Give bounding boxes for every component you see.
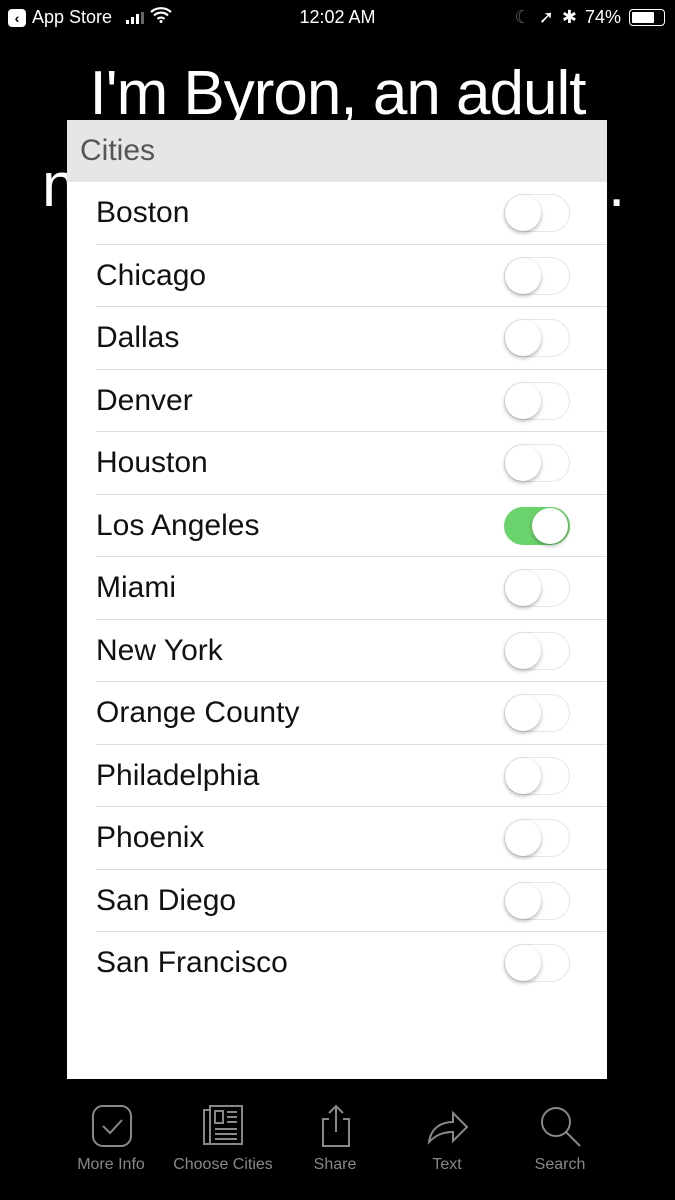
tab-share[interactable]: Share bbox=[280, 1102, 390, 1174]
bluetooth-icon: ✱ bbox=[561, 7, 577, 27]
tab-label: Text bbox=[432, 1156, 462, 1173]
city-toggle[interactable] bbox=[504, 756, 570, 795]
toggle-knob bbox=[505, 882, 541, 919]
city-toggle[interactable] bbox=[504, 694, 570, 732]
city-label: Orange County bbox=[96, 696, 300, 729]
city-list: Boston Chicago Dallas Denver Houston Los… bbox=[67, 182, 607, 995]
battery-percent: 74% bbox=[584, 7, 621, 27]
status-bar: ‹ App Store 12:02 AM ☾ ➚ ✱ 74% bbox=[0, 0, 675, 36]
toggle-knob bbox=[505, 445, 541, 481]
city-label: Los Angeles bbox=[96, 508, 260, 542]
tab-choose-cities[interactable]: Choose Cities bbox=[168, 1102, 278, 1174]
city-toggle[interactable] bbox=[504, 569, 570, 607]
toggle-knob bbox=[505, 632, 541, 669]
city-toggle[interactable] bbox=[504, 194, 570, 232]
checkmark-box-icon bbox=[92, 1105, 132, 1147]
toggle-knob bbox=[505, 382, 541, 419]
moon-icon: ☾ bbox=[514, 7, 531, 27]
city-row: Phoenix bbox=[67, 807, 607, 870]
toggle-knob bbox=[505, 757, 541, 794]
modal-title: Cities bbox=[67, 120, 607, 182]
city-row: Boston bbox=[67, 182, 607, 245]
city-row: New York bbox=[67, 620, 607, 683]
city-toggle[interactable] bbox=[504, 631, 570, 670]
city-label: Chicago bbox=[96, 258, 207, 292]
city-label: Philadelphia bbox=[96, 758, 260, 792]
tab-search[interactable]: Search bbox=[505, 1102, 615, 1174]
toggle-knob bbox=[505, 820, 541, 856]
tab-more-info[interactable]: More Info bbox=[56, 1102, 166, 1174]
city-toggle[interactable] bbox=[504, 319, 570, 357]
city-label: Miami bbox=[96, 571, 176, 604]
toggle-knob bbox=[505, 695, 541, 731]
city-row: San Francisco bbox=[67, 932, 607, 995]
tab-text[interactable]: Text bbox=[392, 1102, 502, 1174]
location-icon: ➚ bbox=[538, 7, 554, 27]
background-text-end: . bbox=[608, 151, 626, 220]
toggle-knob bbox=[505, 195, 541, 231]
city-label: Houston bbox=[96, 446, 208, 479]
tab-label: Share bbox=[313, 1156, 357, 1173]
city-label: Denver bbox=[96, 383, 193, 417]
city-label: San Diego bbox=[96, 883, 237, 917]
tab-label: Choose Cities bbox=[173, 1156, 273, 1173]
city-row: Denver bbox=[67, 370, 607, 433]
battery-icon bbox=[629, 9, 665, 26]
city-toggle[interactable] bbox=[504, 381, 570, 420]
tab-label: Search bbox=[534, 1156, 586, 1173]
city-row: Los Angeles bbox=[67, 495, 607, 558]
city-label: Dallas bbox=[96, 321, 180, 354]
city-toggle[interactable] bbox=[504, 506, 570, 545]
cities-modal: Cities Boston Chicago Dallas Denver Hous… bbox=[67, 120, 607, 1079]
city-row: Miami bbox=[67, 557, 607, 620]
search-icon bbox=[541, 1107, 581, 1147]
newspaper-icon bbox=[203, 1105, 243, 1145]
tab-label: More Info bbox=[77, 1156, 145, 1173]
city-toggle[interactable] bbox=[504, 444, 570, 482]
city-toggle[interactable] bbox=[504, 256, 570, 295]
city-label: Phoenix bbox=[96, 821, 205, 854]
city-row: Chicago bbox=[67, 245, 607, 308]
toggle-knob bbox=[505, 945, 541, 981]
city-toggle[interactable] bbox=[504, 881, 570, 920]
toggle-knob bbox=[505, 570, 541, 606]
forward-arrow-icon bbox=[427, 1110, 469, 1145]
city-toggle[interactable] bbox=[504, 819, 570, 857]
city-row: Houston bbox=[67, 432, 607, 495]
city-row: Orange County bbox=[67, 682, 607, 745]
toggle-knob bbox=[505, 320, 541, 356]
city-row: San Diego bbox=[67, 870, 607, 933]
city-toggle[interactable] bbox=[504, 944, 570, 982]
share-icon bbox=[322, 1104, 350, 1147]
city-label: San Francisco bbox=[96, 946, 288, 979]
city-row: Dallas bbox=[67, 307, 607, 370]
city-label: New York bbox=[96, 633, 223, 667]
city-label: Boston bbox=[96, 196, 190, 229]
toggle-knob bbox=[505, 257, 541, 294]
toggle-knob bbox=[532, 507, 568, 544]
city-row: Philadelphia bbox=[67, 745, 607, 808]
background-heading: I'm Byron, an adult bbox=[89, 59, 587, 128]
